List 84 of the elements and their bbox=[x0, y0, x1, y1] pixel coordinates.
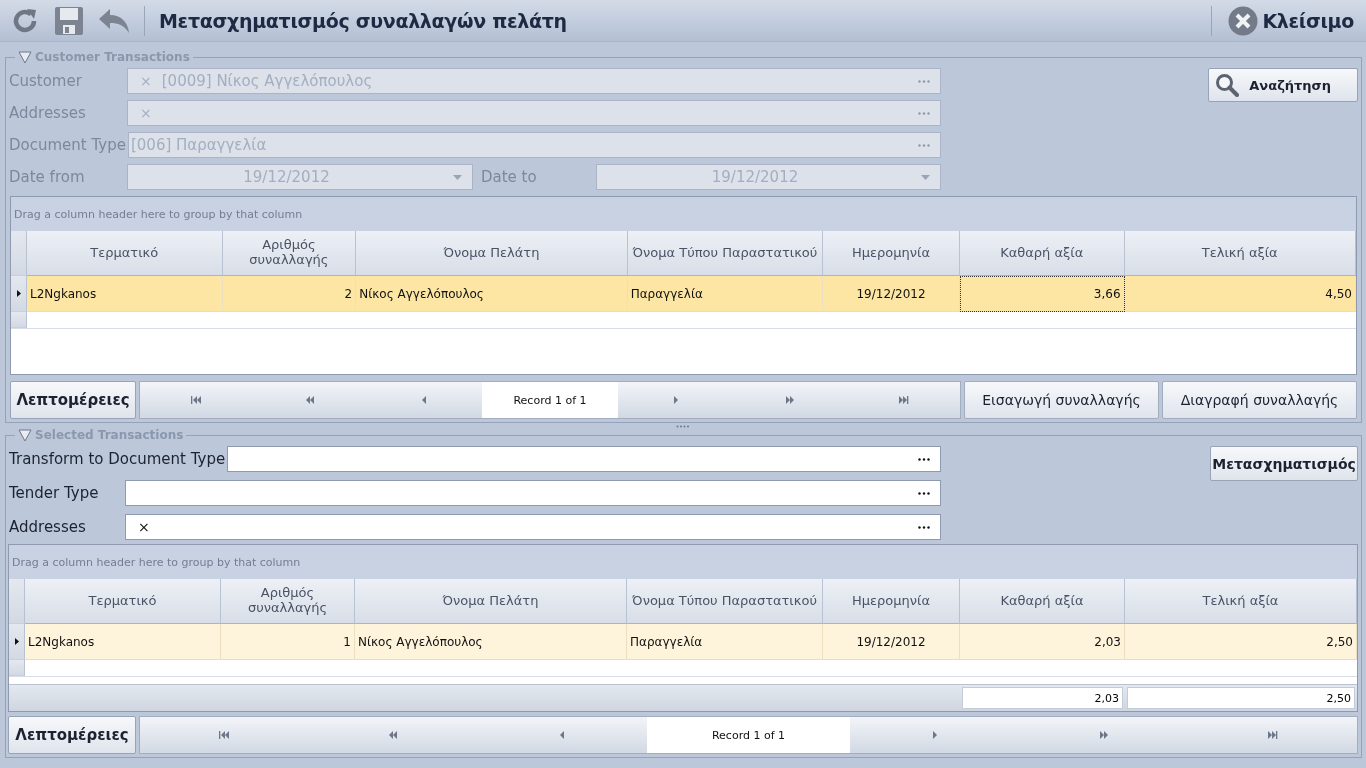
action-button[interactable]: Διαγραφή συναλλαγής bbox=[1162, 381, 1357, 419]
column-header[interactable]: Όνομα Πελάτη bbox=[355, 579, 627, 624]
collapse-triangle-icon[interactable] bbox=[18, 428, 32, 442]
last-page-icon[interactable] bbox=[897, 396, 909, 404]
field-value: [006] Παραγγελία bbox=[130, 136, 268, 154]
search-icon bbox=[1215, 73, 1239, 97]
column-header[interactable]: Ημερομηνία bbox=[823, 579, 960, 624]
column-header[interactable]: Τελική αξία bbox=[1124, 231, 1356, 276]
record-counter: Record 1 of 1 bbox=[647, 717, 850, 753]
field-label: Date to bbox=[481, 168, 538, 186]
record-counter: Record 1 of 1 bbox=[481, 382, 619, 418]
lookup-field[interactable] bbox=[227, 446, 941, 472]
transform-button[interactable]: Μετασχηματισμός bbox=[1210, 446, 1358, 481]
table-cell: 3,66 bbox=[959, 276, 1125, 312]
column-header[interactable]: Όνομα Πελάτη bbox=[356, 231, 628, 276]
column-header[interactable]: Όνομα Τύπου Παραστατικού bbox=[627, 579, 823, 624]
table-cell: 2,03 bbox=[960, 624, 1125, 660]
new-row-indicator bbox=[9, 660, 25, 676]
row-indicator[interactable] bbox=[9, 624, 25, 660]
ellipsis-icon[interactable] bbox=[918, 491, 930, 495]
table-cell: Παραγγελία bbox=[627, 624, 823, 660]
table-cell: Νίκος Αγγελόπουλος bbox=[355, 624, 627, 660]
table-cell: 19/12/2012 bbox=[823, 276, 960, 312]
header-corner bbox=[11, 231, 27, 276]
double-right-icon[interactable] bbox=[783, 396, 795, 404]
column-header[interactable]: Ημερομηνία bbox=[823, 231, 960, 276]
field-label: Addresses bbox=[9, 518, 87, 536]
table-cell: 19/12/2012 bbox=[823, 624, 960, 660]
field-label: Tender Type bbox=[9, 484, 100, 502]
field-label: Customer bbox=[9, 72, 83, 90]
column-header[interactable]: Καθαρή αξία bbox=[960, 579, 1125, 624]
column-header[interactable]: Τελική αξία bbox=[1125, 579, 1357, 624]
row-pointer-icon bbox=[14, 638, 19, 645]
column-header[interactable]: Τερματικό bbox=[25, 579, 221, 624]
table-cell: 2 bbox=[222, 276, 357, 312]
header-corner bbox=[9, 579, 25, 624]
row-pointer-icon bbox=[16, 290, 21, 297]
last-page-icon[interactable] bbox=[1267, 731, 1278, 739]
field-value: 19/12/2012 bbox=[710, 168, 800, 186]
double-right-icon[interactable] bbox=[1097, 731, 1109, 739]
field-value: 19/12/2012 bbox=[242, 168, 331, 186]
row-indicator[interactable] bbox=[11, 276, 27, 312]
window-title: Μετασχηματισμός συναλλαγών πελάτη bbox=[159, 9, 568, 32]
double-left-icon[interactable] bbox=[388, 731, 400, 739]
total-value: 2,03 bbox=[962, 687, 1123, 709]
column-header[interactable]: Τερματικό bbox=[27, 231, 223, 276]
column-header[interactable]: Αριθμός συναλλαγής bbox=[222, 231, 357, 276]
table-cell: Παραγγελία bbox=[627, 276, 824, 312]
field-label: Transform to Document Type bbox=[9, 450, 226, 468]
table-cell: L2Ngkanos bbox=[25, 624, 221, 660]
lookup-field[interactable]: × bbox=[125, 514, 941, 540]
column-header[interactable]: Όνομα Τύπου Παραστατικού bbox=[627, 231, 824, 276]
table-cell: 1 bbox=[221, 624, 355, 660]
close-button[interactable]: Κλείσιμο bbox=[1226, 5, 1356, 36]
table-cell: L2Ngkanos bbox=[27, 276, 223, 312]
new-row-indicator bbox=[11, 312, 27, 328]
clear-glyph[interactable]: × bbox=[138, 519, 150, 535]
field-label: Document Type bbox=[9, 136, 126, 154]
details-button[interactable]: Λεπτομέρειες bbox=[10, 381, 136, 419]
ellipsis-icon[interactable] bbox=[918, 525, 930, 529]
first-page-icon[interactable] bbox=[219, 731, 230, 739]
column-header[interactable]: Καθαρή αξία bbox=[959, 231, 1125, 276]
undo-icon[interactable] bbox=[98, 7, 130, 34]
double-left-icon[interactable] bbox=[305, 396, 317, 404]
details-button[interactable]: Λεπτομέρειες bbox=[8, 716, 136, 754]
group-hint: Drag a column header here to group by that column bbox=[14, 207, 303, 221]
field-label: Addresses bbox=[9, 104, 87, 122]
column-header[interactable]: Αριθμός συναλλαγής bbox=[221, 579, 355, 624]
ellipsis-icon[interactable] bbox=[918, 457, 930, 461]
table-cell: 4,50 bbox=[1124, 276, 1356, 312]
collapse-triangle-icon[interactable] bbox=[18, 50, 32, 64]
action-button[interactable]: Εισαγωγή συναλλαγής bbox=[964, 381, 1159, 419]
search-button[interactable]: Αναζήτηση bbox=[1208, 68, 1358, 102]
table-cell: 2,50 bbox=[1125, 624, 1357, 660]
close-icon bbox=[1228, 5, 1259, 36]
table-cell: Νίκος Αγγελόπουλος bbox=[356, 276, 628, 312]
save-icon[interactable] bbox=[54, 5, 84, 36]
splitter-grip-icon[interactable] bbox=[676, 425, 690, 428]
total-value: 2,50 bbox=[1127, 687, 1355, 709]
group-hint: Drag a column header here to group by that column bbox=[12, 555, 301, 569]
lookup-field[interactable] bbox=[125, 480, 941, 506]
field-value: [0009] Νίκος Αγγελόπουλος bbox=[161, 72, 374, 90]
field-label: Date from bbox=[9, 168, 86, 186]
first-page-icon[interactable] bbox=[191, 396, 203, 404]
